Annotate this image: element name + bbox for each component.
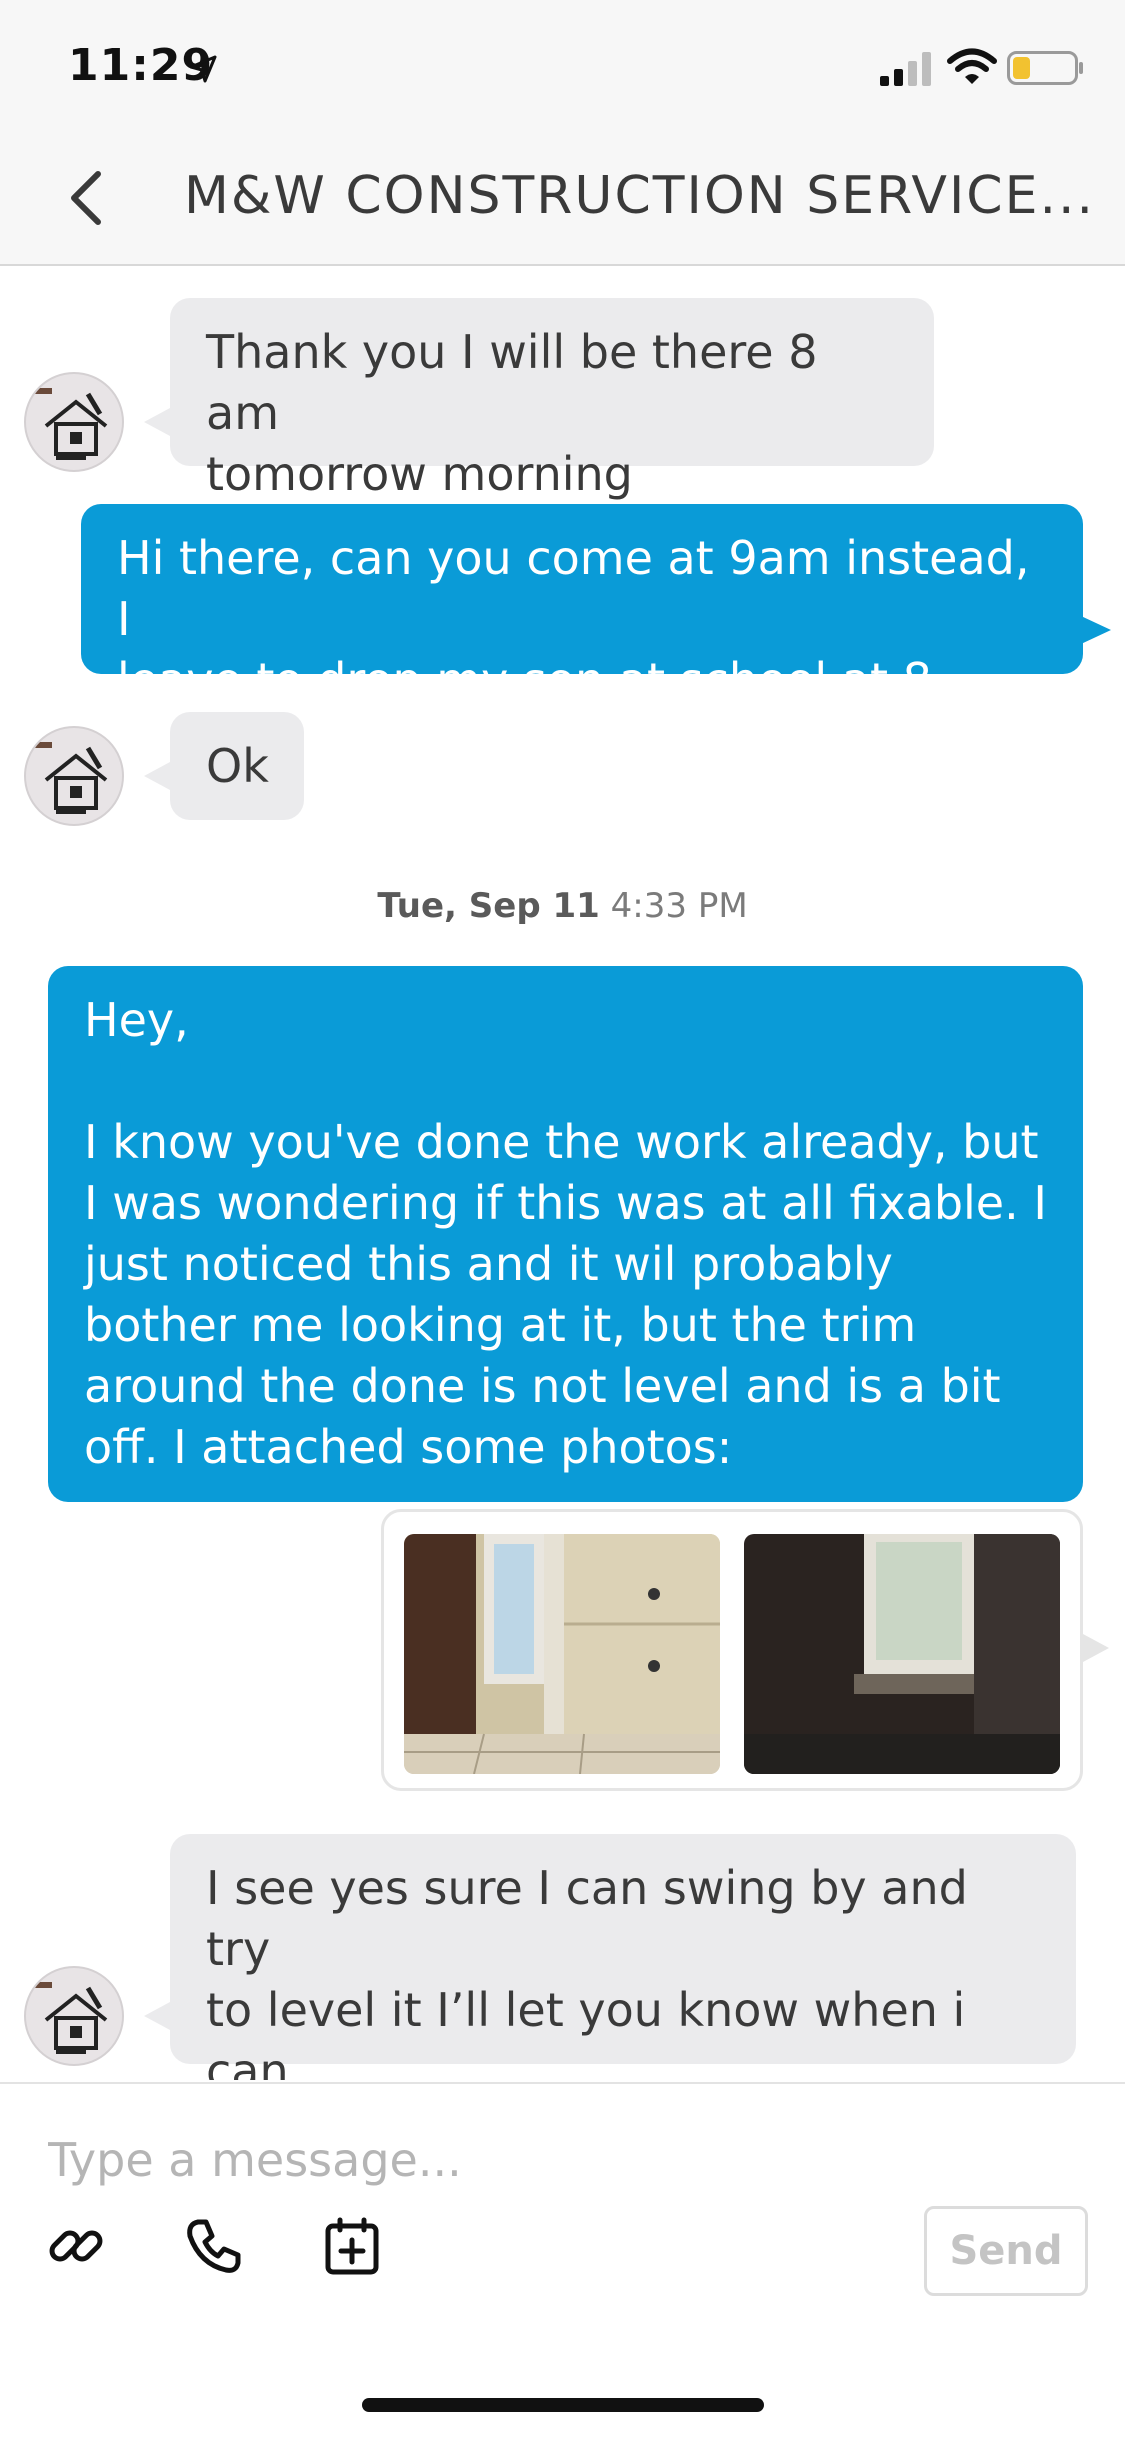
door-window-image [404,1534,720,1774]
home-indicator[interactable] [362,2398,764,2412]
house-logo-icon [32,742,108,814]
send-button[interactable]: Send [924,2206,1088,2296]
photo-door-window[interactable] [404,1534,720,1774]
bubble-tail [144,762,170,790]
photo-window-dark[interactable] [744,1534,1060,1774]
conversation-header: M&W CONSTRUCTION SERVICE... [0,130,1125,266]
timestamp-date: Tue, Sep 11 [377,886,600,926]
incoming-message[interactable]: Ok [170,712,304,820]
bubble-tail [144,2002,170,2030]
message-composer: Send [0,2082,1125,2438]
contact-avatar[interactable] [24,726,124,826]
bubble-tail [1083,1634,1109,1662]
cellular-signal-icon [880,52,931,86]
bubble-tail [144,408,170,436]
contact-avatar[interactable] [24,372,124,472]
location-arrow-icon [189,55,217,83]
date-separator: Tue, Sep 11 4:33 PM [0,886,1125,926]
incoming-message[interactable]: Thank you I will be there 8 am tomorrow … [170,298,934,501]
contact-title[interactable]: M&W CONSTRUCTION SERVICE... [184,166,1104,226]
house-logo-icon [32,388,108,460]
status-bar: 11:29 [0,0,1125,130]
timestamp-time: 4:33 PM [610,886,748,926]
message-list[interactable]: Thank you I will be there 8 am tomorrow … [0,266,1125,2080]
battery-low-icon [1007,51,1083,85]
link-icon[interactable] [46,2216,106,2276]
house-logo-icon [32,1982,108,2054]
wifi-icon [947,48,997,84]
message-input[interactable] [46,2114,870,2206]
calendar-add-icon[interactable] [322,2216,382,2276]
window-dark-image [744,1534,1060,1774]
outgoing-message[interactable]: Hey, I know you've done the work already… [48,966,1083,1502]
photo-attachment-card [381,1509,1083,1791]
bubble-tail [1081,616,1111,644]
outgoing-message[interactable]: Hi there, can you come at 9am instead, I… [81,504,1083,707]
contact-avatar[interactable] [24,1966,124,2066]
back-chevron-icon[interactable] [62,166,112,230]
incoming-message[interactable]: I see yes sure I can swing by and try to… [170,1834,1076,2080]
phone-icon[interactable] [184,2216,244,2276]
